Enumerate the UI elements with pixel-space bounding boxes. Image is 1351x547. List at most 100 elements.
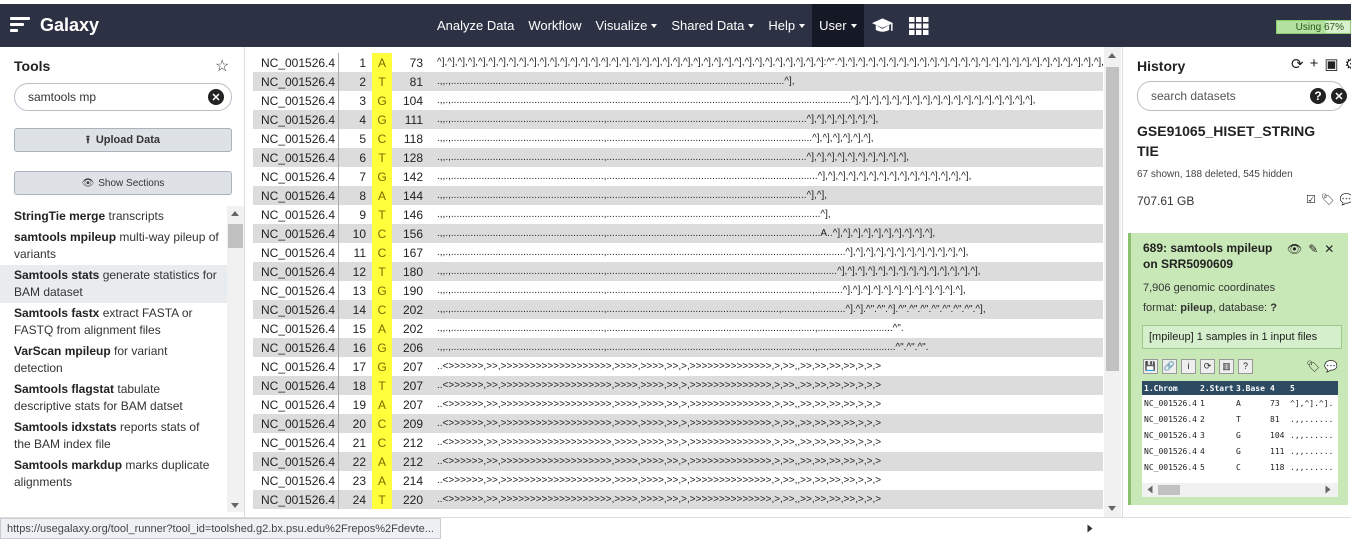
peek-cell: 104 (1270, 430, 1285, 440)
refresh-icon[interactable]: ⟳ (1291, 55, 1304, 73)
nav-shared-data[interactable]: Shared Data (664, 4, 761, 47)
tool-name: VarScan mpileup (14, 344, 111, 358)
peek-rows: NC_001526.4 1 A 73 ^],^].^]. NC_001526.4 2 T 81.… (1142, 395, 1338, 475)
link-icon[interactable]: 🔗 (1162, 358, 1177, 374)
peek-cell: G (1236, 446, 1241, 456)
tool-item[interactable]: samtools mpileup multi-way pileup of var… (0, 227, 227, 265)
chrom-cell: NC_001526.4 (253, 186, 339, 205)
scroll-left-icon[interactable] (1147, 485, 1153, 494)
scroll-right-icon[interactable] (1325, 485, 1331, 494)
dataset-info: [mpileup] 1 samples in 1 input files (1142, 325, 1342, 349)
nav-help[interactable]: Help (761, 4, 812, 47)
scrollbar-thumb[interactable] (1106, 67, 1119, 371)
nav-visualize[interactable]: Visualize (589, 4, 665, 47)
quota-meter[interactable]: Using 67% (1276, 20, 1351, 34)
base-cell: T (372, 376, 392, 395)
eye-icon: 👁 (81, 177, 95, 189)
tags-icon[interactable]: 🏷 (1306, 360, 1320, 373)
comment-icon[interactable]: 💬 (1340, 193, 1351, 206)
info-icon[interactable]: i (1181, 358, 1196, 374)
chrom-cell: NC_001526.4 (253, 110, 339, 129)
depth-cell: 146 (402, 207, 423, 222)
nav-workflow[interactable]: Workflow (521, 4, 588, 47)
graduation-cap-icon (871, 17, 893, 32)
scroll-down-icon[interactable] (231, 503, 239, 508)
scroll-down-icon[interactable] (1108, 506, 1116, 511)
galaxy-logo-icon (10, 16, 30, 34)
depth-cell: 207 (402, 359, 423, 374)
tool-search-input[interactable]: samtools mp (14, 83, 232, 111)
peek-cell: 73 (1270, 398, 1280, 408)
reads-cell: .,,.,...................................… (429, 300, 1103, 319)
pileup-row: NC_001526.4 1 A 73 ^],^],^],^],^],^],^],^],^… (253, 53, 1103, 72)
pos-cell: 3 (359, 93, 366, 108)
advanced-search-icon[interactable]: ? (1310, 88, 1326, 104)
show-sections-button[interactable]: 👁 Show Sections (14, 171, 232, 195)
tool-item[interactable]: VarScan mpileup for variant detection (0, 341, 227, 379)
base-cell: A (372, 452, 392, 471)
upload-data-button[interactable]: ⭱ Upload Data (14, 128, 232, 152)
caret-down-icon (748, 23, 755, 28)
nav-analyze-data[interactable]: Analyze Data (430, 4, 521, 47)
pileup-row: NC_001526.4 8 A 144.,,.,...................… (253, 186, 1103, 205)
tool-list: StringTie merge transcripts samtools mpi… (0, 206, 227, 512)
tool-item[interactable]: Samtools idxstats reports stats of the B… (0, 417, 227, 455)
history-counts[interactable]: 67 shown, 188 deleted, 545 hidden (1137, 169, 1293, 180)
tags-icon[interactable]: 🏷 (1321, 193, 1335, 206)
chrom-cell: NC_001526.4 (253, 357, 339, 376)
pileup-row: NC_001526.4 15 A 202.,,.,..................… (253, 319, 1103, 338)
chrom-cell: NC_001526.4 (253, 53, 339, 72)
visualize-icon[interactable]: ▥ (1219, 358, 1234, 374)
scroll-up-icon[interactable] (231, 211, 239, 216)
dataset-item[interactable]: 689: samtools mpileup on SRR5090609 👁 ✎ … (1128, 233, 1348, 505)
training-cap-button[interactable] (864, 4, 901, 47)
pencil-icon[interactable]: ✎ (1308, 242, 1318, 256)
reads-cell: .,,.,...................................… (437, 323, 904, 334)
center-scrollbar[interactable] (1104, 47, 1121, 517)
clear-history-search-icon[interactable]: ✕ (1331, 88, 1347, 104)
history-name[interactable]: GSE91065_HISET_STRINGTIE (1137, 121, 1317, 161)
chrom-cell: NC_001526.4 (253, 319, 339, 338)
base-cell: T (372, 72, 392, 91)
tool-list-scrollbar[interactable] (227, 206, 244, 512)
gear-icon[interactable]: ⚙ (1345, 55, 1351, 73)
tool-name: StringTie merge (14, 209, 106, 223)
scroll-right-icon[interactable] (1087, 524, 1093, 533)
dataset-coords: 7,906 genomic coordinates (1143, 282, 1276, 294)
columns-icon[interactable]: ▣ (1324, 55, 1338, 73)
comment-icon[interactable]: 💬 (1324, 360, 1338, 373)
eye-icon[interactable]: 👁 (1287, 242, 1302, 256)
tool-item[interactable]: Samtools flagstat tabulate descriptive s… (0, 379, 227, 417)
plus-icon[interactable]: + (1310, 55, 1319, 73)
chrom-cell: NC_001526.4 (253, 72, 339, 91)
tool-item[interactable]: StringTie merge transcripts (0, 206, 227, 227)
scrollbar-thumb[interactable] (228, 224, 243, 248)
close-icon[interactable]: ✕ (1324, 242, 1334, 256)
peek-scrollbar[interactable] (1142, 483, 1338, 497)
favorites-star-icon[interactable]: ☆ (215, 56, 229, 76)
tool-item[interactable]: Samtools markdup marks duplicate alignme… (0, 455, 227, 493)
tool-name: samtools mpileup (14, 230, 117, 244)
depth-cell: 206 (392, 338, 429, 357)
pileup-row: NC_001526.4 2 T 81.,,.,....................… (253, 72, 1103, 91)
history-title: History (1137, 58, 1186, 74)
scrollbar-thumb[interactable] (1158, 485, 1180, 495)
base-cell: C (372, 433, 392, 452)
scroll-up-icon[interactable] (1108, 53, 1116, 58)
chrom-cell: NC_001526.4 (253, 414, 339, 433)
nav-user[interactable]: User (812, 4, 864, 47)
dataset-title[interactable]: 689: samtools mpileup on SRR5090609 (1143, 240, 1273, 272)
apps-grid-button[interactable] (901, 4, 938, 47)
select-all-icon[interactable]: ☑ (1306, 193, 1316, 206)
rerun-icon[interactable]: ⟳ (1200, 358, 1215, 374)
base-cell: C (372, 300, 392, 319)
base-cell: G (372, 167, 392, 186)
help-icon[interactable]: ? (1238, 358, 1253, 374)
tool-item[interactable]: Samtools stats generate statistics for B… (0, 265, 227, 303)
save-icon[interactable]: 💾 (1143, 358, 1158, 374)
clear-search-icon[interactable]: ✕ (208, 89, 224, 105)
history-actions: ☑ 🏷 💬 (1306, 193, 1351, 206)
reads-cell: .,,.,...................................… (437, 171, 972, 182)
galaxy-brand[interactable]: Galaxy (10, 10, 99, 40)
tool-item[interactable]: Samtools fastx extract FASTA or FASTQ fr… (0, 303, 227, 341)
